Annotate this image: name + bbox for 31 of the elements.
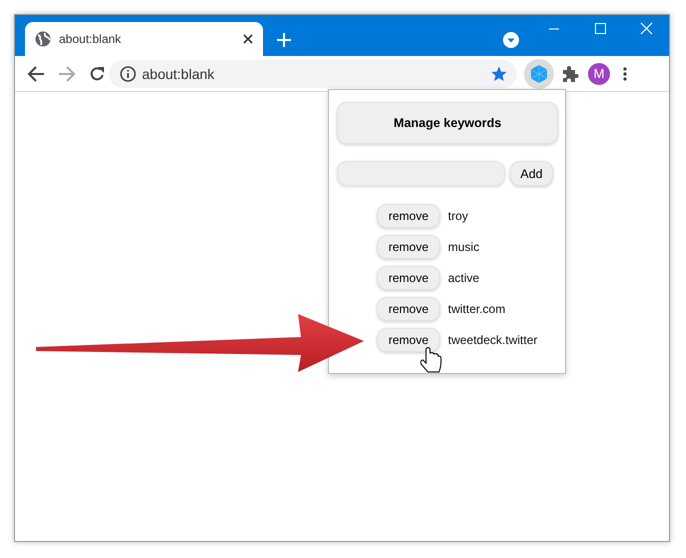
remove-button[interactable]: remove [377, 266, 440, 290]
dropdown-icon[interactable] [503, 32, 519, 48]
remove-button[interactable]: remove [377, 297, 440, 321]
cube-icon [531, 64, 547, 82]
extension-button[interactable] [524, 58, 554, 88]
close-icon[interactable] [243, 34, 253, 44]
puzzle-icon[interactable] [561, 64, 579, 82]
keyword-label: twitter.com [448, 302, 506, 316]
remove-button[interactable]: remove [377, 235, 440, 259]
globe-icon [35, 31, 51, 47]
keyword-label: music [448, 240, 480, 254]
reload-icon[interactable] [89, 66, 105, 82]
info-icon[interactable] [120, 66, 136, 82]
address-bar[interactable]: about:blank [109, 60, 517, 88]
keyword-input[interactable] [337, 161, 505, 186]
manage-keywords-button[interactable]: Manage keywords [337, 102, 558, 144]
keyword-label: active [448, 271, 480, 285]
add-button[interactable]: Add [510, 161, 553, 186]
tab-title: about:blank [59, 32, 122, 46]
back-icon[interactable] [27, 66, 45, 82]
remove-button[interactable]: remove [377, 204, 440, 228]
keyword-label: troy [448, 209, 468, 223]
remove-button[interactable]: remove [377, 328, 440, 352]
forward-icon[interactable] [58, 66, 76, 82]
profile-avatar[interactable]: M [588, 62, 610, 84]
browser-tab[interactable]: about:blank [25, 22, 263, 56]
menu-icon[interactable] [623, 66, 627, 80]
new-tab-icon[interactable] [277, 33, 291, 47]
keyword-label: tweetdeck.twitter [448, 333, 538, 347]
star-icon[interactable] [491, 66, 507, 82]
url-text: about:blank [142, 66, 216, 82]
